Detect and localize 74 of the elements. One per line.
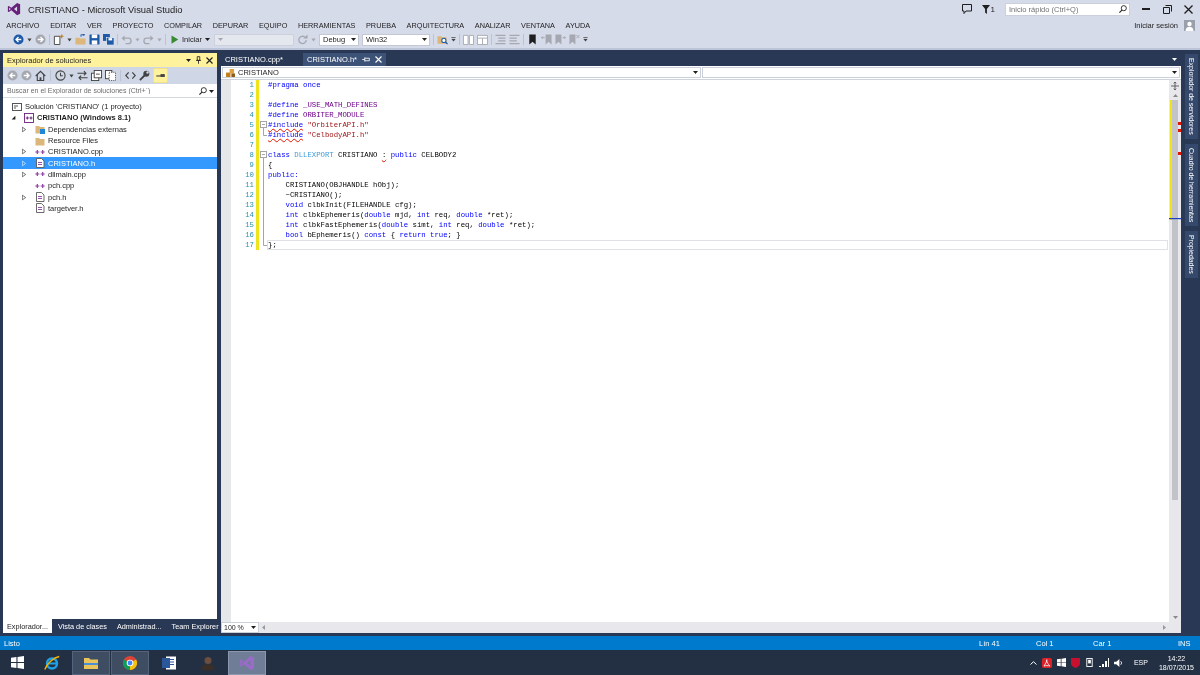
dropdown-icon[interactable] xyxy=(186,58,191,62)
taskbar-button[interactable] xyxy=(72,650,110,675)
stacked-pages-icon[interactable] xyxy=(105,70,116,81)
user-avatar-icon[interactable] xyxy=(1184,20,1195,31)
filter-icon[interactable] xyxy=(981,4,990,14)
notification-count: 1 xyxy=(990,4,995,14)
round-logo-icon xyxy=(122,654,138,671)
caret-icon[interactable] xyxy=(692,71,698,74)
caret-icon[interactable] xyxy=(67,37,72,42)
caret-icon[interactable] xyxy=(209,89,214,93)
sync-arrows-icon[interactable] xyxy=(77,70,88,81)
person-silhouette-icon xyxy=(200,654,216,671)
scroll-down-arrow-icon[interactable] xyxy=(1172,616,1178,619)
scroll-up-arrow-icon[interactable] xyxy=(1172,94,1178,97)
signal-bars-icon[interactable] xyxy=(1098,658,1109,667)
bookmark-icon[interactable] xyxy=(527,34,538,45)
page-icon xyxy=(35,192,45,202)
caret-icon[interactable] xyxy=(205,38,210,41)
caret-icon[interactable] xyxy=(422,38,427,41)
scroll-thumb[interactable] xyxy=(1169,100,1181,500)
chevron-up-icon[interactable] xyxy=(1029,660,1037,665)
folder-search-icon[interactable] xyxy=(437,34,448,45)
caret-icon[interactable] xyxy=(351,38,356,41)
tab-list-icon[interactable] xyxy=(1172,58,1177,61)
clock-icon[interactable] xyxy=(55,70,66,81)
window-panes-icon[interactable] xyxy=(1056,658,1066,667)
home-icon[interactable] xyxy=(35,70,46,81)
splitter-icon xyxy=(1171,81,1179,90)
preview-icon[interactable] xyxy=(153,68,168,83)
stacked-floppy-icon[interactable] xyxy=(103,34,114,45)
folder-icon xyxy=(35,135,45,146)
expand-arrow-icon[interactable] xyxy=(22,170,26,178)
play-icon xyxy=(170,35,179,44)
speech-bubble-icon[interactable] xyxy=(961,4,972,14)
split-button[interactable] xyxy=(1169,80,1181,91)
infinity-logo-icon xyxy=(7,2,21,16)
search-icon[interactable] xyxy=(1119,5,1127,13)
new-page-icon[interactable] xyxy=(53,34,64,45)
solution-icon xyxy=(12,101,22,112)
expanded-arrow-icon[interactable] xyxy=(11,115,16,121)
project-icon xyxy=(24,112,34,123)
stacked-boxes-icon xyxy=(226,68,235,77)
page-icon xyxy=(35,203,45,214)
minimize-icon xyxy=(1142,8,1150,10)
overflow-icon[interactable] xyxy=(451,37,456,42)
expand-arrow-icon[interactable] xyxy=(22,148,26,156)
windows-logo-icon xyxy=(10,656,24,669)
caret-icon[interactable] xyxy=(69,73,74,78)
folder-icon xyxy=(35,124,45,135)
close-icon xyxy=(1183,4,1193,14)
wrench-icon[interactable] xyxy=(139,70,150,81)
overflow-icon[interactable] xyxy=(583,37,588,42)
open-folder-icon[interactable] xyxy=(75,34,86,45)
expand-arrow-icon[interactable] xyxy=(22,193,26,201)
search-icon[interactable] xyxy=(199,87,207,95)
close-icon[interactable] xyxy=(206,56,213,64)
e-logo-icon xyxy=(44,654,60,671)
back-arrow-icon[interactable] xyxy=(13,34,24,45)
caret-icon[interactable] xyxy=(1172,71,1177,74)
speaker-icon[interactable] xyxy=(1113,658,1123,667)
device-icon[interactable] xyxy=(1084,658,1094,667)
window-title: CRISTIANO - Microsoft Visual Studio xyxy=(28,3,183,15)
caret-icon[interactable] xyxy=(251,626,256,629)
app-tile-icon[interactable] xyxy=(1041,657,1052,668)
document-logo-icon xyxy=(161,654,177,671)
restore-icon xyxy=(1162,4,1172,14)
infinity-logo-icon xyxy=(239,654,255,671)
page-icon xyxy=(35,158,45,169)
code-brackets-icon[interactable] xyxy=(125,70,136,81)
collapse-all-icon[interactable] xyxy=(91,70,102,81)
caret-icon[interactable] xyxy=(27,37,32,42)
expand-arrow-icon[interactable] xyxy=(22,125,26,133)
taskbar-button[interactable] xyxy=(111,650,149,675)
pin-icon[interactable] xyxy=(196,56,201,64)
